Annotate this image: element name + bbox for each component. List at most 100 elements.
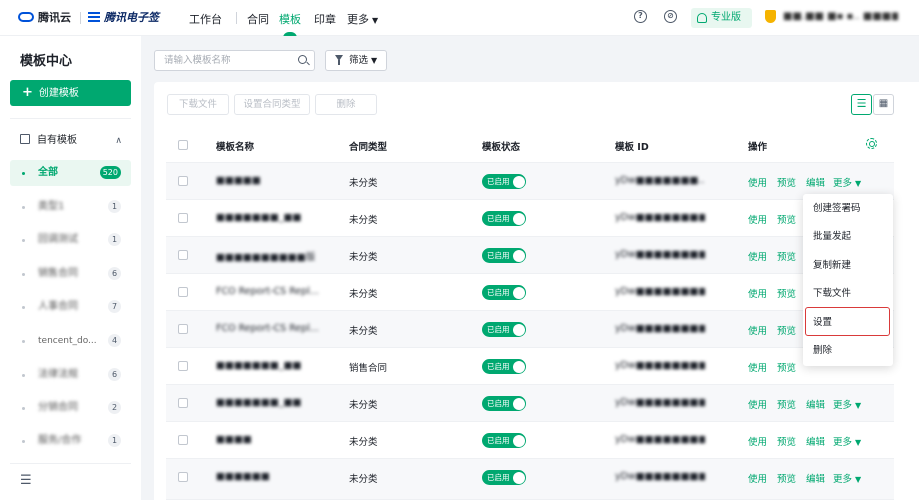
preview-link[interactable]: 预览 — [777, 212, 796, 226]
status-toggle[interactable]: 已启用 — [482, 285, 526, 300]
download-files-button[interactable]: 下载文件 — [167, 94, 229, 115]
menu-item-copy-new[interactable]: 复制新建 — [803, 252, 893, 280]
row-checkbox[interactable] — [178, 176, 188, 186]
more-link[interactable]: 更多 ▼ — [833, 397, 861, 411]
set-contract-type-button[interactable]: 设置合同类型 — [234, 94, 310, 115]
use-link[interactable]: 使用 — [748, 249, 767, 263]
status-toggle[interactable]: 已启用 — [482, 322, 526, 337]
sidebar-item-label: 分销合同 — [38, 402, 78, 413]
status-toggle[interactable]: 已启用 — [482, 433, 526, 448]
template-name[interactable]: ■■■■■■■■■■版 — [216, 249, 336, 263]
sidebar-item-label: 回调测试 — [38, 234, 78, 245]
use-link[interactable]: 使用 — [748, 434, 767, 448]
row-checkbox[interactable] — [178, 250, 188, 260]
preview-link[interactable]: 预览 — [777, 323, 796, 337]
select-all-checkbox[interactable] — [178, 140, 188, 150]
nav-workbench[interactable]: 工作台 — [189, 11, 222, 27]
template-name[interactable]: ■■■■■ — [216, 175, 336, 186]
user-name[interactable]: ■■.■■ ■▪ ▪.. ■■■■ ■■ ▪ — [783, 11, 898, 22]
question-circle-icon[interactable]: ? — [634, 10, 647, 23]
more-link[interactable]: 更多 ▼ — [833, 434, 861, 448]
sidebar-item[interactable]: tencent_do... 4 — [10, 328, 131, 354]
compass-icon[interactable]: ⊘ — [664, 10, 677, 23]
edit-link[interactable]: 编辑 — [806, 397, 825, 411]
more-link[interactable]: 更多 ▼ — [833, 175, 861, 189]
status-toggle[interactable]: 已启用 — [482, 396, 526, 411]
table-row: ■■■■■■■_■■ 未分类 已启用 yDw■■■■■■■■... 使用 预览 — [166, 200, 894, 237]
delete-button[interactable]: 删除 — [315, 94, 377, 115]
status-toggle[interactable]: 已启用 — [482, 174, 526, 189]
row-checkbox[interactable] — [178, 324, 188, 334]
edit-link[interactable]: 编辑 — [806, 434, 825, 448]
sidebar-item[interactable]: 销售合同 6 — [10, 261, 131, 287]
menu-item-batch-initiate[interactable]: 批量发起 — [803, 223, 893, 251]
preview-link[interactable]: 预览 — [777, 360, 796, 374]
preview-link[interactable]: 预览 — [777, 471, 796, 485]
sidebar-item-all[interactable]: 全部 520 — [10, 160, 131, 186]
template-name[interactable]: FCO Report-CS Repl... — [216, 323, 336, 334]
table-row: ■■■■■■ 未分类 已启用 yDw■■■■■■■■... 使用 预览 编辑 更… — [166, 459, 894, 500]
search-input[interactable] — [154, 50, 315, 71]
preview-link[interactable]: 预览 — [777, 397, 796, 411]
template-name[interactable]: ■■■■ — [216, 434, 336, 445]
menu-item-create-sign-code[interactable]: 创建签署码 — [803, 195, 893, 223]
use-link[interactable]: 使用 — [748, 212, 767, 226]
sidebar-item[interactable]: 服务/合作 1 — [10, 428, 131, 454]
status-toggle[interactable]: 已启用 — [482, 211, 526, 226]
caret-down-icon: ▼ — [855, 475, 862, 484]
use-link[interactable]: 使用 — [748, 175, 767, 189]
sidebar-item-label: 类型1 — [38, 201, 65, 212]
own-templates-group[interactable]: 自有模板 ∧ — [20, 133, 126, 149]
status-toggle[interactable]: 已启用 — [482, 359, 526, 374]
use-link[interactable]: 使用 — [748, 360, 767, 374]
template-name[interactable]: ■■■■■■ — [216, 471, 336, 482]
sidebar-item[interactable]: 人事合同 7 — [10, 294, 131, 320]
create-template-button[interactable]: + 创建模板 — [10, 80, 131, 106]
use-link[interactable]: 使用 — [748, 471, 767, 485]
edit-link[interactable]: 编辑 — [806, 175, 825, 189]
tencent-cloud-logo[interactable]: 腾讯云 — [18, 9, 71, 25]
use-link[interactable]: 使用 — [748, 323, 767, 337]
status-toggle[interactable]: 已启用 — [482, 248, 526, 263]
more-link[interactable]: 更多 ▼ — [833, 471, 861, 485]
row-checkbox[interactable] — [178, 361, 188, 371]
search-icon[interactable] — [298, 55, 307, 64]
grid-view-icon[interactable]: ▦ — [873, 94, 894, 115]
list-view-icon[interactable]: ☰ — [851, 94, 872, 115]
menu-item-delete[interactable]: 删除 — [803, 337, 893, 365]
row-checkbox[interactable] — [178, 398, 188, 408]
preview-link[interactable]: 预览 — [777, 434, 796, 448]
nav-more[interactable]: 更多 ▼ — [347, 11, 378, 27]
nav-templates[interactable]: 模板 — [279, 11, 301, 27]
preview-link[interactable]: 预览 — [777, 175, 796, 189]
sidebar-item[interactable]: 回调测试 1 — [10, 227, 131, 253]
chevron-up-icon[interactable]: ∧ — [115, 133, 122, 149]
template-name[interactable]: ■■■■■■■_■■ — [216, 397, 336, 408]
row-checkbox[interactable] — [178, 472, 188, 482]
use-link[interactable]: 使用 — [748, 286, 767, 300]
gear-icon[interactable] — [866, 138, 877, 149]
esign-logo[interactable]: 腾讯电子签 — [88, 9, 159, 25]
edit-link[interactable]: 编辑 — [806, 471, 825, 485]
preview-link[interactable]: 预览 — [777, 249, 796, 263]
row-checkbox[interactable] — [178, 287, 188, 297]
pro-edition-badge[interactable]: 专业版 — [691, 8, 752, 28]
sidebar-item[interactable]: 分销合同 2 — [10, 395, 131, 421]
sidebar-item[interactable]: 法律法规 6 — [10, 362, 131, 388]
status-toggle[interactable]: 已启用 — [482, 470, 526, 485]
nav-seals[interactable]: 印章 — [314, 11, 336, 27]
preview-link[interactable]: 预览 — [777, 286, 796, 300]
menu-item-download-file[interactable]: 下载文件 — [803, 280, 893, 308]
contract-type: 未分类 — [349, 400, 378, 411]
row-checkbox[interactable] — [178, 213, 188, 223]
nav-contracts[interactable]: 合同 — [247, 11, 269, 27]
template-name[interactable]: ■■■■■■■_■■ — [216, 360, 336, 371]
use-link[interactable]: 使用 — [748, 397, 767, 411]
row-checkbox[interactable] — [178, 435, 188, 445]
sidebar-item[interactable]: 类型1 1 — [10, 194, 131, 220]
collapse-sidebar-icon[interactable]: ☰ — [20, 473, 32, 488]
template-name[interactable]: FCO Report-CS Repl... — [216, 286, 336, 297]
count-badge: 6 — [108, 368, 121, 381]
bullet-icon — [22, 407, 25, 410]
template-name[interactable]: ■■■■■■■_■■ — [216, 212, 336, 223]
